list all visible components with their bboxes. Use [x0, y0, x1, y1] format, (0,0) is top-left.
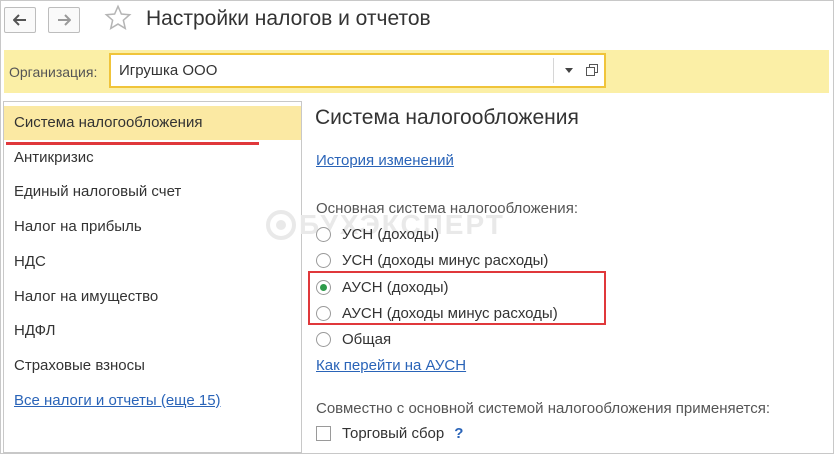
back-button[interactable] — [4, 7, 36, 33]
sidebar-item-single-tax-account[interactable]: Единый налоговый счет — [4, 175, 301, 209]
ausn-highlight-box — [308, 271, 606, 325]
ausn-how-to-link[interactable]: Как перейти на АУСН — [316, 357, 466, 374]
radio-label: УСН (доходы минус расходы) — [342, 251, 549, 269]
sidebar-item-label: Налог на прибыль — [14, 218, 142, 235]
sidebar-item-label: Страховые взносы — [14, 357, 145, 374]
title-bar: Настройки налогов и отчетов — [0, 0, 834, 44]
favorite-star-icon[interactable] — [104, 4, 132, 37]
combined-label: Совместно с основной системой налогообло… — [316, 400, 770, 417]
radio-button[interactable] — [316, 331, 331, 347]
sidebar-item-label: Единый налоговый счет — [14, 183, 182, 200]
sidebar-item-property-tax[interactable]: Налог на имущество — [4, 280, 301, 314]
sidebar-item-label: Система налогообложения — [14, 114, 203, 131]
watermark-logo-icon — [266, 210, 296, 240]
trade-fee-row[interactable]: Торговый сбор ? — [316, 422, 463, 444]
radio-button[interactable] — [316, 226, 331, 242]
sidebar-item-label: НДС — [14, 253, 46, 270]
main-panel: Система налогообложения История изменени… — [302, 101, 832, 453]
chevron-down-icon — [565, 67, 573, 73]
help-icon[interactable]: ? — [454, 425, 463, 442]
radio-button[interactable] — [316, 252, 331, 268]
arrow-left-icon — [13, 14, 26, 26]
forward-button[interactable] — [48, 7, 80, 33]
sidebar-item-ndfl[interactable]: НДФЛ — [4, 314, 301, 348]
trade-fee-label: Торговый сбор — [342, 424, 445, 442]
all-taxes-link[interactable]: Все налоги и отчеты (еще 15) — [4, 384, 301, 418]
section-title: Система налогообложения — [315, 106, 579, 129]
organization-bar: Организация: Игрушка ООО — [4, 50, 829, 93]
radio-label: Общая — [342, 330, 392, 348]
sidebar-item-profit-tax[interactable]: Налог на прибыль — [4, 210, 301, 244]
radio-usn-income-minus-expenses[interactable]: УСН (доходы минус расходы) — [316, 249, 548, 271]
sidebar-item-insurance[interactable]: Страховые взносы — [4, 349, 301, 383]
dropdown-button[interactable] — [561, 61, 577, 79]
window-title: Настройки налогов и отчетов — [146, 7, 431, 30]
sidebar: Система налогообложения Антикризис Едины… — [3, 101, 302, 453]
arrow-right-icon — [58, 14, 71, 26]
all-taxes-link-label[interactable]: Все налоги и отчеты (еще 15) — [14, 392, 221, 409]
sidebar-item-label: Налог на имущество — [14, 288, 159, 305]
open-window-icon — [586, 64, 598, 76]
open-button[interactable] — [583, 60, 601, 80]
radio-usn-income[interactable]: УСН (доходы) — [316, 223, 439, 245]
organization-field[interactable]: Игрушка ООО — [109, 53, 606, 88]
trade-fee-checkbox[interactable] — [316, 425, 331, 441]
sidebar-item-label: НДФЛ — [14, 322, 56, 339]
combo-separator — [553, 58, 554, 83]
sidebar-item-anticrisis[interactable]: Антикризис — [4, 141, 301, 175]
history-link[interactable]: История изменений — [316, 152, 454, 169]
sidebar-item-label: Антикризис — [14, 149, 94, 166]
radio-label: УСН (доходы) — [342, 225, 440, 243]
tax-system-label: Основная система налогообложения: — [316, 200, 578, 217]
organization-value[interactable]: Игрушка ООО — [119, 62, 217, 79]
radio-general[interactable]: Общая — [316, 328, 391, 350]
sidebar-item-vat[interactable]: НДС — [4, 245, 301, 279]
sidebar-item-tax-system[interactable]: Система налогообложения — [4, 106, 301, 145]
organization-label: Организация: — [9, 64, 98, 80]
